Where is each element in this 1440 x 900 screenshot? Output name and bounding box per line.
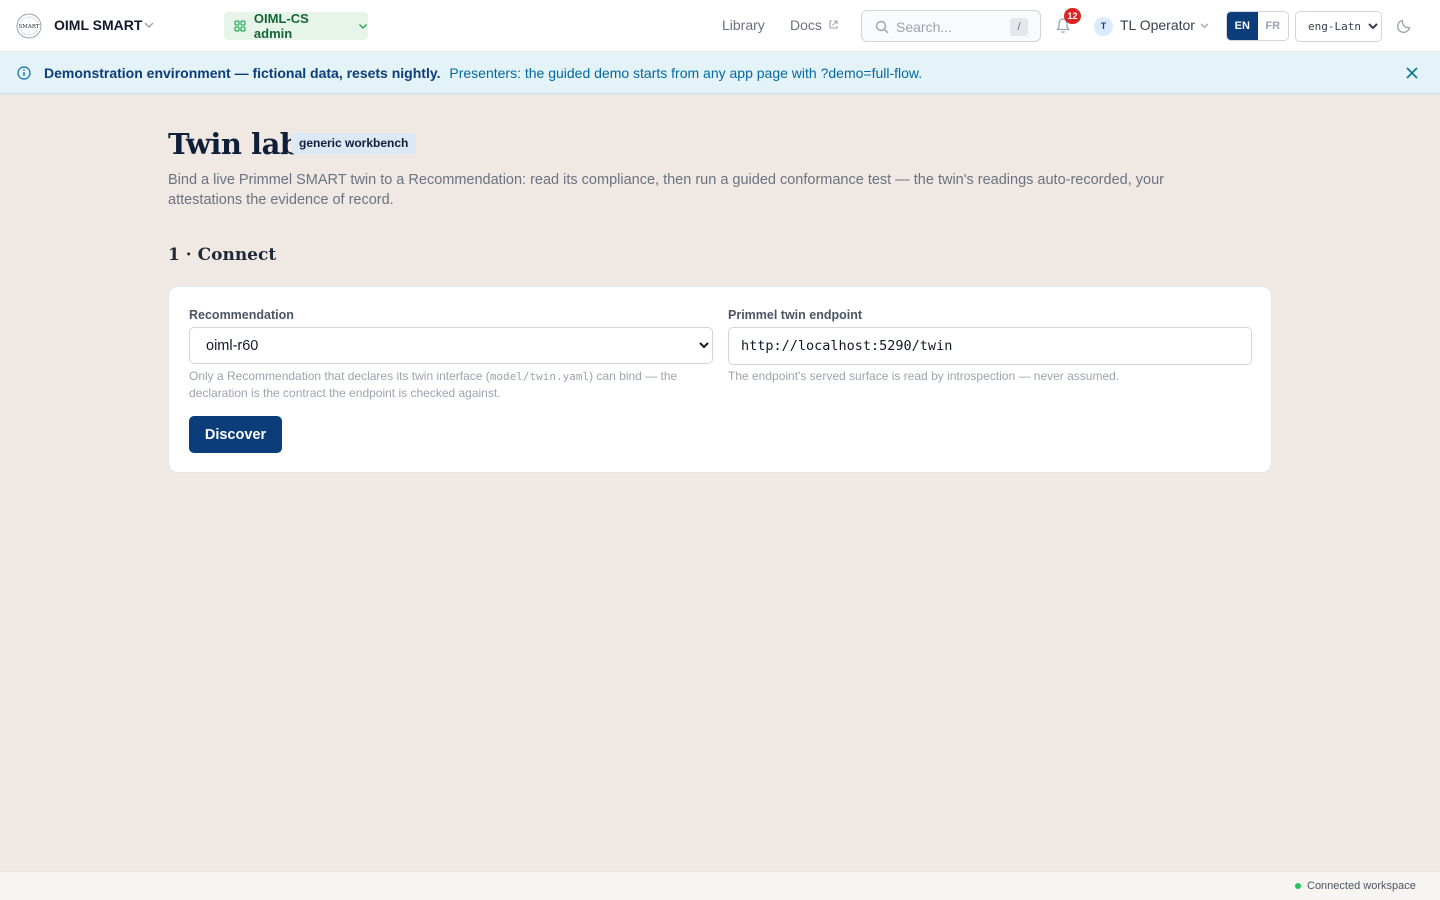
search-shortcut-hint: / [1010,18,1028,36]
status-dot-icon [1295,883,1301,889]
endpoint-label: Primmel twin endpoint [728,308,863,322]
nav-docs-label: Docs [790,17,822,33]
language-toggle: EN FR [1226,11,1289,41]
script-select[interactable]: eng-Latn [1295,11,1382,42]
banner-note: Presenters: the guided demo starts from … [449,65,923,81]
demo-banner: Demonstration environment — fictional da… [0,52,1440,94]
workbench-tag: generic workbench [291,133,417,154]
chevron-down-icon[interactable] [143,19,155,31]
discover-button[interactable]: Discover [189,416,282,453]
page-description: Bind a live Primmel SMART twin to a Reco… [168,172,1164,208]
top-bar: SMART OIML SMART OIML-CS admin Library D… [0,0,1440,52]
chevron-down-icon[interactable] [1199,20,1210,31]
recommendation-label: Recommendation [189,308,294,322]
moon-icon[interactable] [1397,18,1412,33]
search-input[interactable] [896,17,996,37]
oiml-logo-icon[interactable]: SMART [16,13,42,39]
workspace-label: OIML-CS admin [253,11,309,41]
external-link-icon [829,20,838,29]
section-title-connect: 1 · Connect [168,245,277,265]
chevron-down-icon [359,24,367,29]
avatar[interactable]: T [1094,17,1113,36]
recommendation-help: Only a Recommendation that declares its … [189,368,715,401]
notification-badge: 12 [1064,8,1081,24]
grid-icon [234,20,246,32]
page-title: Twin lab [168,127,300,161]
endpoint-help: The endpoint's served surface is read by… [728,369,1120,383]
endpoint-input[interactable] [728,327,1252,365]
info-icon [17,66,31,80]
recommendation-select[interactable]: oiml-r60 [189,327,713,364]
twin-yaml-code: model/twin.yaml [489,370,590,383]
connection-status: Connected workspace [1307,880,1416,892]
nav-docs-link[interactable]: Docs [790,17,839,33]
lang-fr-button[interactable]: FR [1257,12,1288,40]
svg-text:SMART: SMART [18,24,39,30]
banner-title: Demonstration environment — fictional da… [44,65,441,81]
close-icon[interactable] [1405,66,1419,80]
search-icon [875,20,889,34]
banner-text: Demonstration environment — fictional da… [44,65,922,81]
search-box[interactable]: / [861,10,1041,42]
workspace-switcher[interactable]: OIML-CS admin [224,11,368,41]
lang-en-button[interactable]: EN [1227,12,1258,40]
status-footer: Connected workspace [0,871,1440,900]
connect-card: Recommendation oiml-r60 Only a Recommend… [168,286,1272,473]
recommendation-help-before: Only a Recommendation that declares its … [189,369,490,383]
user-menu-name[interactable]: TL Operator [1120,17,1195,33]
nav-library-link[interactable]: Library [722,17,765,33]
app-name[interactable]: OIML SMART [54,17,142,33]
